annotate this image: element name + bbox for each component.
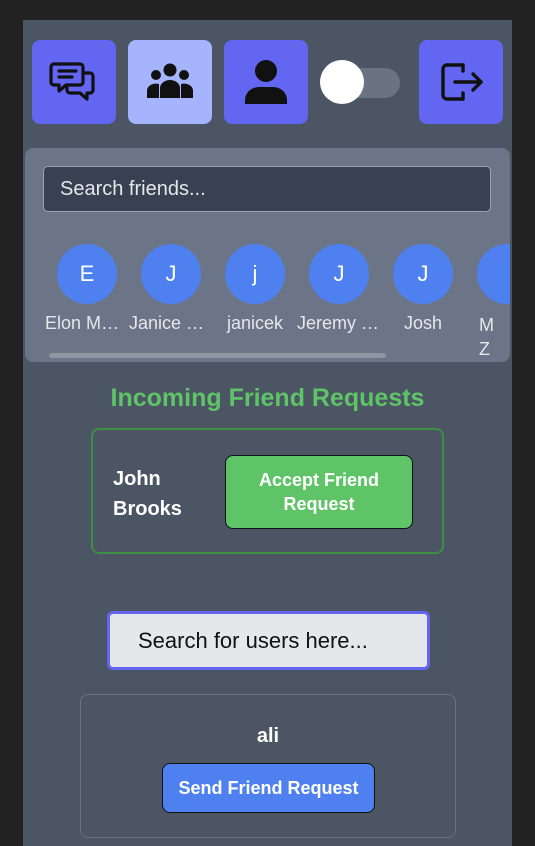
friend-item[interactable]: J Josh xyxy=(381,244,465,334)
friend-item[interactable]: E Elon Musk xyxy=(45,244,129,334)
friend-item[interactable]: M Z xyxy=(465,244,510,361)
avatar: j xyxy=(225,244,285,304)
friends-nav-button[interactable] xyxy=(128,40,212,124)
user-result-name: ali xyxy=(256,725,280,747)
friend-name: janicek xyxy=(226,313,284,333)
friend-item[interactable]: J Jeremy Smith xyxy=(297,244,381,334)
friend-name: Josh xyxy=(403,313,443,333)
user-result-card: ali Send Friend Request xyxy=(80,694,456,838)
send-friend-request-button[interactable]: Send Friend Request xyxy=(162,763,375,813)
top-nav-bar xyxy=(23,20,512,140)
accept-friend-request-button[interactable]: Accept Friend Request xyxy=(225,455,413,529)
friends-list-card: E Elon Musk J Janice Brooks j janicek J … xyxy=(25,148,510,362)
profile-nav-button[interactable] xyxy=(224,40,308,124)
friend-name: M Z xyxy=(479,315,494,359)
friend-request-card: John Brooks Accept Friend Request xyxy=(91,428,444,554)
toggle-knob xyxy=(320,60,364,104)
friends-row[interactable]: E Elon Musk J Janice Brooks j janicek J … xyxy=(25,244,510,359)
friend-name: Janice Brooks xyxy=(129,313,213,333)
requester-name: John Brooks xyxy=(113,468,182,520)
avatar: J xyxy=(309,244,369,304)
horizontal-scrollbar[interactable] xyxy=(49,353,386,358)
avatar: J xyxy=(393,244,453,304)
friend-item[interactable]: j janicek xyxy=(213,244,297,334)
friend-item[interactable]: J Janice Brooks xyxy=(129,244,213,334)
chat-nav-button[interactable] xyxy=(32,40,116,124)
friends-page-panel: E Elon Musk J Janice Brooks j janicek J … xyxy=(23,20,512,846)
theme-toggle[interactable] xyxy=(320,60,400,104)
logout-nav-button[interactable] xyxy=(419,40,503,124)
chat-bubbles-icon xyxy=(49,62,95,101)
search-friends-input[interactable] xyxy=(43,166,491,212)
avatar: E xyxy=(57,244,117,304)
friend-name: Elon Musk xyxy=(45,313,129,333)
incoming-requests-heading: Incoming Friend Requests xyxy=(110,384,425,412)
friend-name: Jeremy Smith xyxy=(297,313,381,333)
avatar: J xyxy=(141,244,201,304)
search-users-input[interactable] xyxy=(107,611,430,670)
avatar xyxy=(477,244,510,304)
logout-icon xyxy=(441,63,483,101)
user-icon xyxy=(245,60,287,104)
group-users-icon xyxy=(147,63,193,98)
